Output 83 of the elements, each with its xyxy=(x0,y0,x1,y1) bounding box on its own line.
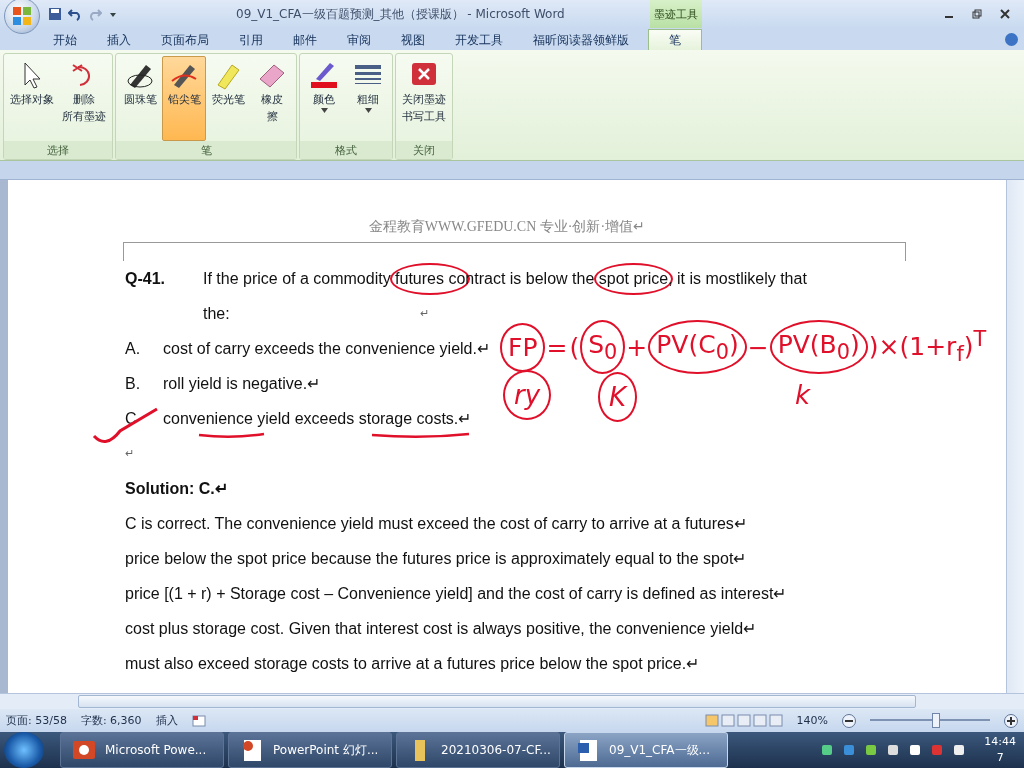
group-label: 关闭 xyxy=(396,141,452,159)
question-text: If the price of a commodity xyxy=(203,269,392,288)
zoom-thumb[interactable] xyxy=(932,713,940,728)
option-text: roll yield is negative.↵ xyxy=(163,374,321,393)
undo-icon[interactable] xyxy=(68,7,82,21)
ribbon-button[interactable]: 圆珠笔 xyxy=(118,56,162,141)
handwritten-formula-term: )×(1+r$_{f}$)$^{T}$ xyxy=(867,327,988,367)
group-label: 笔 xyxy=(116,141,296,159)
question-number: Q-41. xyxy=(125,269,166,288)
ink-checkmark xyxy=(92,407,158,443)
ink-underline xyxy=(198,432,265,438)
office-logo-icon xyxy=(12,6,32,26)
question-text: , it is mostlikely that xyxy=(668,269,807,288)
start-button[interactable] xyxy=(4,732,44,768)
handwritten-note: k xyxy=(795,380,811,410)
option-letter: A. xyxy=(125,339,142,358)
circled-formula-term: S$_{0}$ xyxy=(580,320,626,374)
tray-icon[interactable] xyxy=(952,743,967,757)
tray-icon[interactable] xyxy=(908,743,923,757)
ribbon-tab[interactable]: 笔 xyxy=(648,29,702,50)
ribbon-button[interactable]: 选择对象 xyxy=(6,56,58,141)
ribbon-tab[interactable]: 插入 xyxy=(92,30,146,50)
zoom-percent: 140% xyxy=(796,714,828,727)
ribbon-tab[interactable]: 引用 xyxy=(224,30,278,50)
ribbon-tab[interactable]: 福昕阅读器领鲜版 xyxy=(518,30,644,50)
circled-formula-term: PV(B$_{0}$) xyxy=(769,320,868,374)
option-letter: B. xyxy=(125,374,142,393)
word-count: 字数: 6,360 xyxy=(80,713,142,728)
contextual-tab-label: 墨迹工具 xyxy=(650,0,702,28)
page-header: 金程教育WWW.GFEDU.CN 专业·创新·增值↵ xyxy=(367,218,647,236)
restore-icon[interactable] xyxy=(972,9,982,19)
ribbon-button[interactable]: 关闭墨迹 书写工具 xyxy=(398,56,450,141)
office-button[interactable] xyxy=(4,0,40,34)
vertical-scrollbar[interactable] xyxy=(1006,180,1024,693)
option-text: cost of carry exceeds the convenience yield.↵ xyxy=(163,339,490,358)
ribbon-tab[interactable]: 视图 xyxy=(386,30,440,50)
ribbon-button[interactable]: 荧光笔 xyxy=(206,56,250,141)
handwritten-formula-term: ( xyxy=(568,332,581,362)
tray-icon[interactable] xyxy=(886,743,901,757)
insert-mode: 插入 xyxy=(155,713,178,728)
taskbar-item[interactable]: 09_V1_CFA一级... xyxy=(564,732,728,768)
page-count: 页面: 53/58 xyxy=(6,713,67,728)
paragraph-mark: ↵ xyxy=(125,447,134,460)
plus-icon xyxy=(1007,716,1015,725)
ribbon-tab[interactable]: 审阅 xyxy=(332,30,386,50)
tray-icon[interactable] xyxy=(864,743,879,757)
group-label: 选择 xyxy=(4,141,112,159)
ribbon-button[interactable]: 颜色 xyxy=(302,56,346,141)
paragraph-mark: ↵ xyxy=(419,307,429,320)
ribbon-tab[interactable]: 邮件 xyxy=(278,30,332,50)
handwritten-formula-term: = xyxy=(545,332,569,362)
clock-date: 7 xyxy=(996,750,1004,766)
horizontal-scrollbar[interactable] xyxy=(0,693,1024,709)
save-icon[interactable] xyxy=(48,7,62,21)
macro-icon[interactable] xyxy=(191,714,206,727)
ribbon-button[interactable]: 橡皮 擦 xyxy=(250,56,294,141)
solution-title: Solution: C.↵ xyxy=(125,479,228,498)
minus-icon xyxy=(845,719,853,722)
ribbon-tab[interactable]: 页面布局 xyxy=(146,30,224,50)
circled-handwritten-note: ry xyxy=(503,370,552,420)
circled-formula-term: FP xyxy=(500,322,546,372)
ribbon-button[interactable]: 粗细 xyxy=(346,56,390,141)
ribbon-button[interactable]: 删除 所有墨迹 xyxy=(58,56,110,141)
ribbon-tab[interactable]: 开始 xyxy=(38,30,92,50)
circled-formula-term: PV(C$_{0}$) xyxy=(648,320,747,374)
clock-time: 14:44 xyxy=(984,734,1016,750)
handwritten-formula-term: + xyxy=(625,332,649,362)
ribbon-tab[interactable]: 开发工具 xyxy=(440,30,518,50)
tray-icon[interactable] xyxy=(820,743,835,757)
solution-paragraph: C is correct. The convenience yield must exceed the cost of carry to arrive at a futures↵ price below the spot price because the futures price is approximately equal to the spot↵ price [(1 + r) + Storage cost – Convenience yield] and the cost of carry is defined as interest↵ cost plus storage cost. Given that interest cost is always positive, the convenience yield↵ must also exceed storage costs to arrive at a futures price below the spot price.↵ xyxy=(125,514,788,674)
option-text: convenience yield exceeds storage costs.↵ xyxy=(163,409,472,428)
close-icon[interactable] xyxy=(1000,9,1010,19)
window-title: 09_V1_CFA一级百题预测_其他（授课版） - Microsoft Word xyxy=(236,6,565,23)
question-text: the: xyxy=(203,304,230,323)
zoom-in-button[interactable] xyxy=(1004,713,1018,728)
taskbar-item[interactable]: 20210306-07-CF... xyxy=(396,732,560,768)
zoom-out-button[interactable] xyxy=(842,713,856,728)
circled-handwritten-note: K xyxy=(598,372,638,422)
handwritten-formula-term: − xyxy=(746,332,770,362)
ribbon-button[interactable]: 铅尖笔 xyxy=(162,56,206,141)
taskbar-item[interactable]: PowerPoint 幻灯... xyxy=(228,732,392,768)
taskbar-item[interactable]: Microsoft Powe... xyxy=(60,732,224,768)
group-label: 格式 xyxy=(300,141,392,159)
